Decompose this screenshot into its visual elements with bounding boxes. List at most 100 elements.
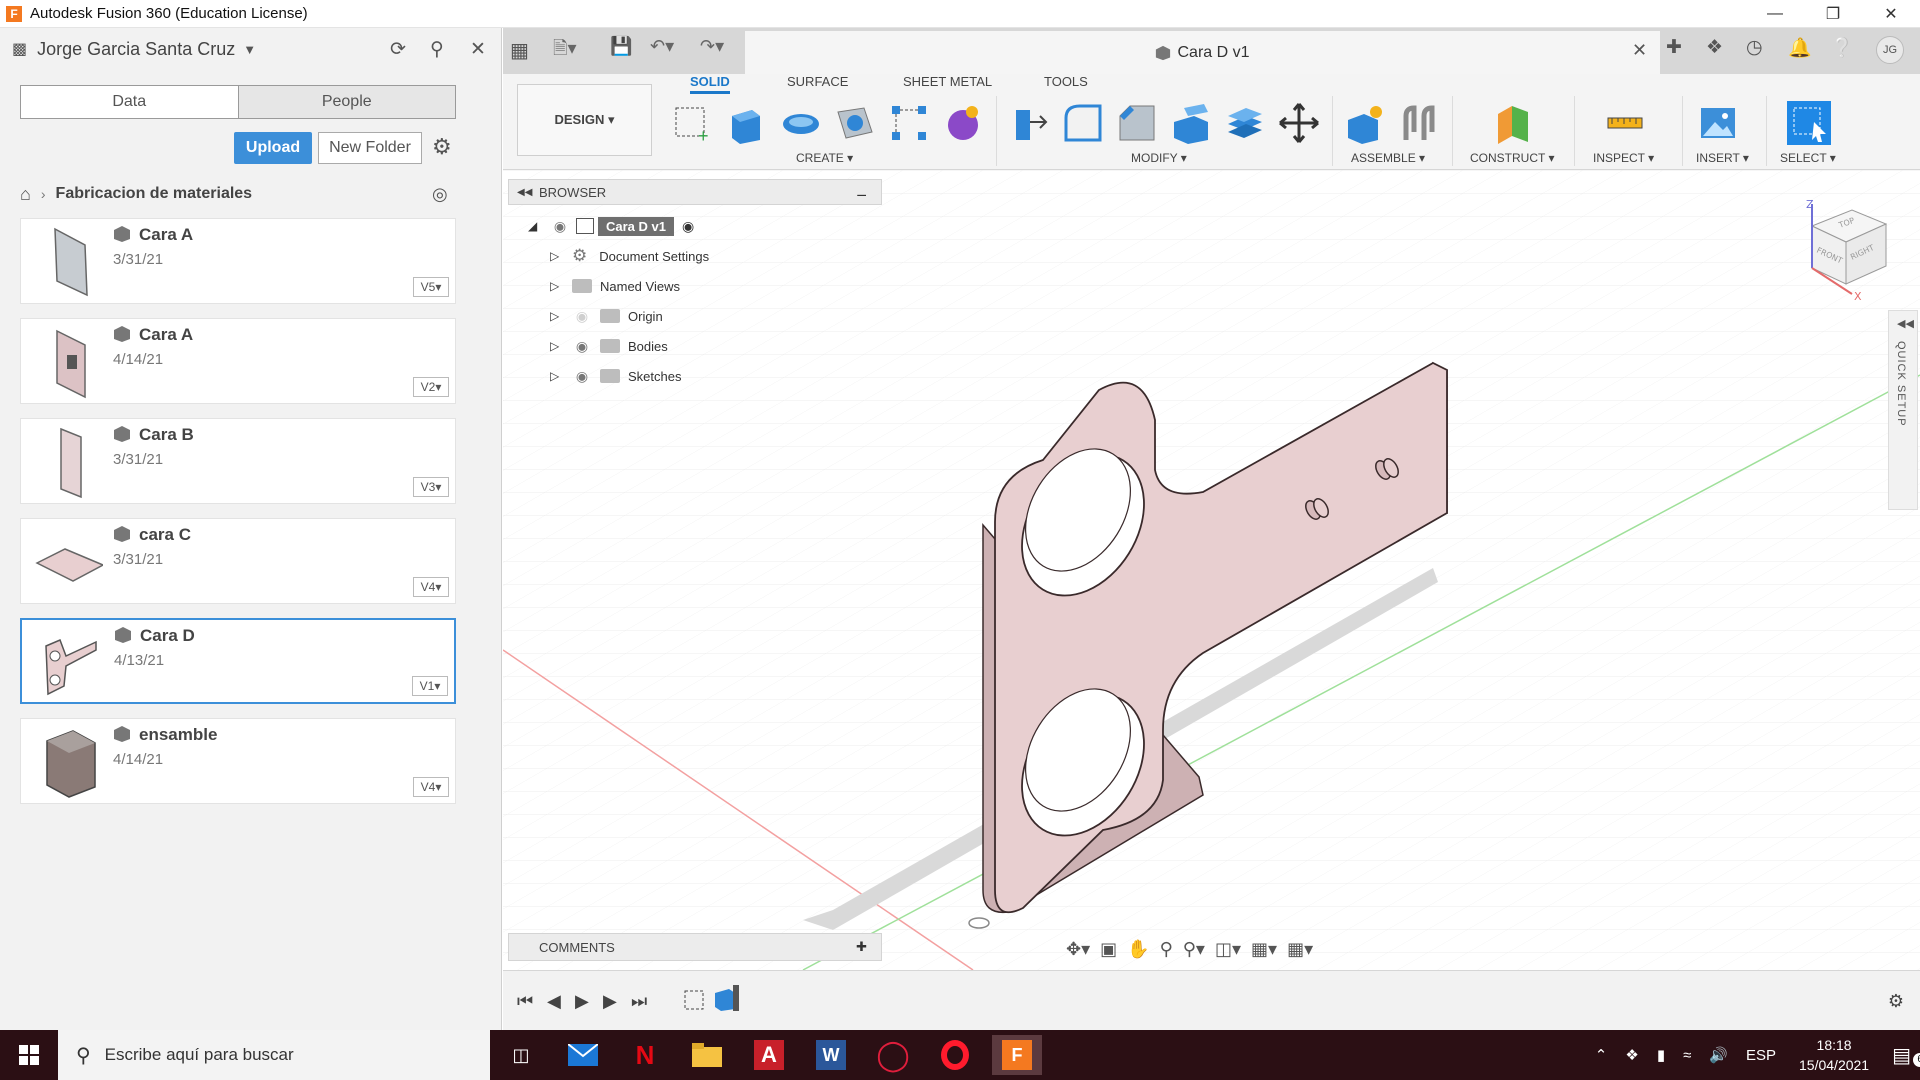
tab-sheet-metal[interactable]: SHEET METAL: [903, 74, 992, 89]
zoom-window-icon[interactable]: ⚲▾: [1183, 939, 1205, 960]
fillet-icon[interactable]: [1062, 102, 1104, 144]
triangle-collapsed-icon[interactable]: ▷: [550, 309, 564, 323]
collapse-arrow-icon[interactable]: ◀◀: [1897, 317, 1914, 330]
search-icon[interactable]: ⚲: [430, 38, 444, 61]
extrude-icon[interactable]: [726, 102, 768, 144]
clock[interactable]: 18:18 15/04/2021: [1799, 1035, 1869, 1075]
eye-icon[interactable]: ◉: [572, 368, 592, 385]
browser-root-row[interactable]: ◢ ◉ Cara D v1 ◉: [528, 214, 694, 238]
word-app-icon[interactable]: W: [806, 1035, 856, 1075]
create-group-label[interactable]: CREATE ▾: [796, 151, 853, 165]
tab-surface[interactable]: SURFACE: [787, 74, 848, 89]
start-button[interactable]: [0, 1030, 58, 1080]
autocad-app-icon[interactable]: A: [744, 1035, 794, 1075]
version-badge[interactable]: V2▾: [413, 377, 449, 397]
offset-plane-icon[interactable]: [1492, 102, 1534, 144]
new-tab-icon[interactable]: ✚: [1666, 36, 1682, 59]
step-back-icon[interactable]: ◀: [547, 991, 561, 1012]
gear-icon[interactable]: ⚙: [432, 134, 452, 160]
insert-image-icon[interactable]: [1697, 102, 1739, 144]
file-card[interactable]: cara C 3/31/21 V4▾: [20, 518, 456, 604]
close-tab-icon[interactable]: ✕: [1632, 40, 1647, 61]
canvas-viewport[interactable]: [503, 170, 1920, 970]
inspect-group-label[interactable]: INSPECT ▾: [1593, 151, 1654, 165]
comments-panel[interactable]: COMMENTS ✚: [508, 933, 882, 961]
wifi-icon[interactable]: ≈: [1683, 1047, 1691, 1064]
triangle-expanded-icon[interactable]: ◢: [528, 219, 542, 233]
plus-circle-icon[interactable]: ✚: [856, 939, 867, 955]
new-component-icon[interactable]: [1344, 102, 1386, 144]
zoom-icon[interactable]: ⚲: [1160, 939, 1173, 960]
netflix-app-icon[interactable]: N: [620, 1035, 670, 1075]
modify-group-label[interactable]: MODIFY ▾: [1131, 151, 1187, 165]
job-status-icon[interactable]: ◷: [1746, 36, 1763, 59]
timeline-sketch-feature-icon[interactable]: [681, 985, 709, 1013]
version-badge[interactable]: V4▾: [413, 577, 449, 597]
browser-item-bodies[interactable]: ▷ ◉ Bodies: [550, 334, 668, 358]
chamfer-icon[interactable]: [1116, 102, 1158, 144]
tab-tools[interactable]: TOOLS: [1044, 74, 1088, 89]
revolve-icon[interactable]: [780, 102, 822, 144]
version-badge[interactable]: V4▾: [413, 777, 449, 797]
go-to-end-icon[interactable]: ⏭: [631, 991, 647, 1012]
home-icon[interactable]: ⌂: [20, 184, 31, 205]
eye-hidden-icon[interactable]: ◉: [572, 308, 592, 325]
file-menu-icon[interactable]: 🗎▾: [553, 36, 577, 66]
tab-people[interactable]: People: [238, 86, 455, 118]
file-card[interactable]: Cara A 4/14/21 V2▾: [20, 318, 456, 404]
chevron-up-icon[interactable]: ⌃: [1595, 1046, 1608, 1064]
browser-item-sketches[interactable]: ▷ ◉ Sketches: [550, 364, 681, 388]
step-forward-icon[interactable]: ▶: [603, 991, 617, 1012]
measure-icon[interactable]: [1604, 102, 1646, 144]
mail-app-icon[interactable]: [558, 1035, 608, 1075]
restore-button[interactable]: ❐: [1804, 0, 1862, 28]
insert-group-label[interactable]: INSERT ▾: [1696, 151, 1749, 165]
radio-active-icon[interactable]: ◉: [682, 218, 694, 235]
pan-hand-icon[interactable]: ✋: [1127, 939, 1149, 960]
version-badge[interactable]: V1▾: [412, 676, 448, 696]
shell-icon[interactable]: [1170, 102, 1212, 144]
globe-icon[interactable]: ◎: [432, 184, 448, 205]
file-card[interactable]: ensamble 4/14/21 V4▾: [20, 718, 456, 804]
construct-group-label[interactable]: CONSTRUCT ▾: [1470, 151, 1554, 165]
browser-root-label[interactable]: Cara D v1: [598, 216, 674, 236]
press-pull-icon[interactable]: [1008, 102, 1050, 144]
select-icon[interactable]: [1786, 100, 1832, 146]
eye-icon[interactable]: ◉: [550, 218, 570, 235]
model-canvas[interactable]: [503, 170, 1920, 970]
viewports-icon[interactable]: ▦▾: [1287, 939, 1313, 960]
form-icon[interactable]: [942, 102, 984, 144]
breadcrumb-folder[interactable]: Fabricacion de materiales: [56, 185, 253, 203]
quick-setup-panel[interactable]: ◀◀ QUICK SETUP: [1888, 310, 1918, 510]
triangle-collapsed-icon[interactable]: ▷: [550, 339, 564, 353]
file-card[interactable]: Cara B 3/31/21 V3▾: [20, 418, 456, 504]
file-card-selected[interactable]: Cara D 4/13/21 V1▾: [20, 618, 456, 704]
undo-icon[interactable]: ↶▾: [650, 36, 674, 57]
assemble-group-label[interactable]: ASSEMBLE ▾: [1351, 151, 1425, 165]
avatar[interactable]: JG: [1876, 36, 1904, 64]
volume-icon[interactable]: 🔊: [1709, 1046, 1728, 1064]
timeline-settings-gear-icon[interactable]: ⚙: [1888, 991, 1904, 1012]
fusion-360-taskbar-icon[interactable]: F: [992, 1035, 1042, 1075]
upload-button[interactable]: Upload: [234, 132, 312, 164]
battery-icon[interactable]: ▮: [1657, 1046, 1665, 1064]
version-badge[interactable]: V5▾: [413, 277, 449, 297]
workspace-switcher[interactable]: DESIGN ▾: [517, 84, 652, 156]
tab-solid[interactable]: SOLID: [690, 74, 730, 94]
file-card[interactable]: Cara A 3/31/21 V5▾: [20, 218, 456, 304]
pattern-icon[interactable]: [888, 102, 930, 144]
viewcube[interactable]: Z X TOP FRONT RIGHT: [1796, 196, 1892, 306]
joint-icon[interactable]: [1398, 102, 1440, 144]
browser-panel-header[interactable]: ◀◀ BROWSER ⚊: [508, 179, 882, 205]
close-window-button[interactable]: ✕: [1862, 0, 1920, 28]
play-icon[interactable]: ▶: [575, 991, 589, 1012]
minus-circle-icon[interactable]: ⚊: [856, 185, 867, 199]
hole-icon[interactable]: [834, 102, 876, 144]
browser-item-named-views[interactable]: ▷ Named Views: [550, 274, 680, 298]
tab-data[interactable]: Data: [21, 86, 239, 118]
new-folder-button[interactable]: New Folder: [318, 132, 422, 164]
collapse-arrow-icon[interactable]: ◀◀: [517, 187, 532, 198]
notifications-bell-icon[interactable]: 🔔: [1788, 36, 1812, 60]
combine-icon[interactable]: [1224, 102, 1266, 144]
help-icon[interactable]: ❔: [1830, 36, 1854, 60]
